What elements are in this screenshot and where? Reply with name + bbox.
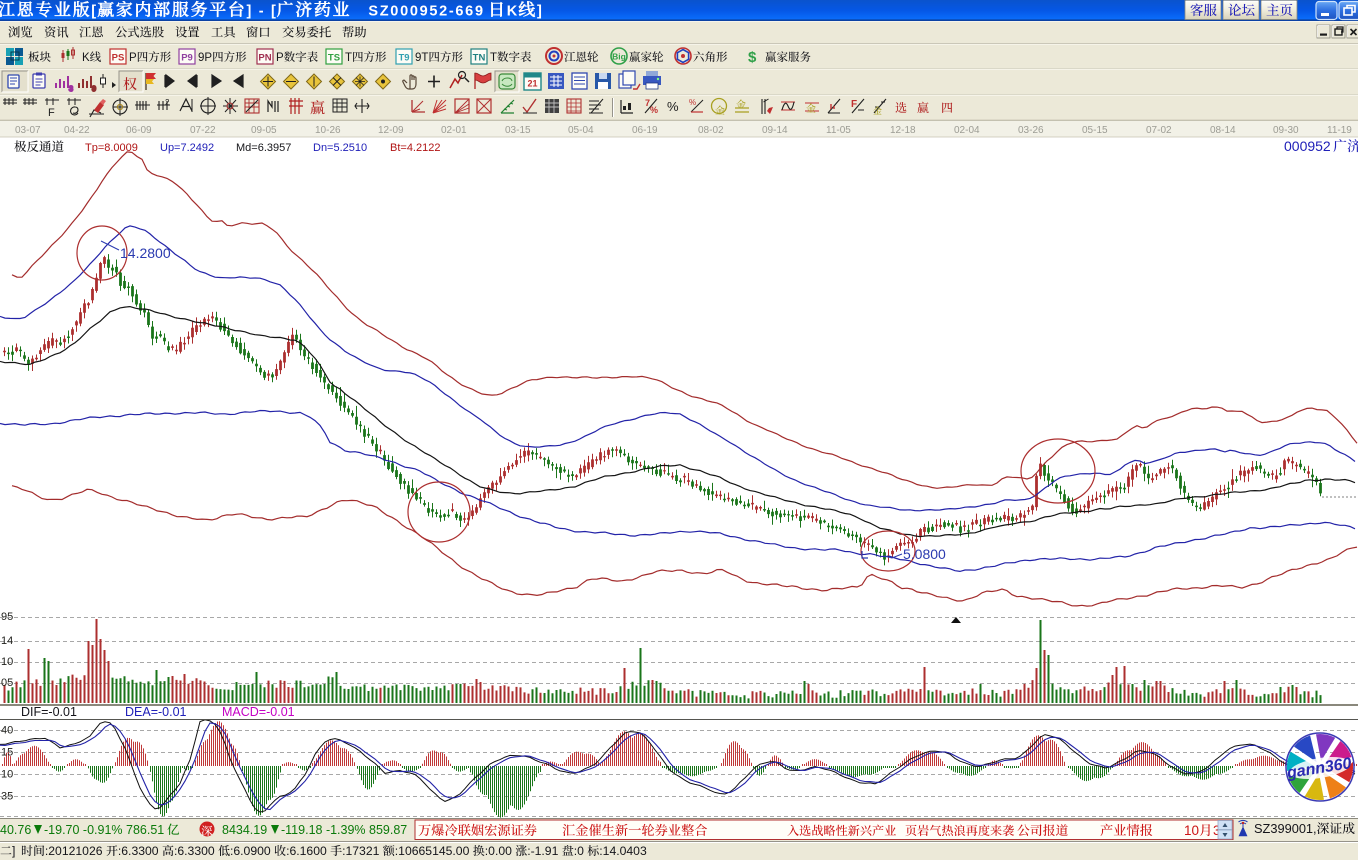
svg-text:F: F [851,99,857,110]
svg-text::14.0403: :14.0403 [599,844,647,858]
svg-text::6.0900: :6.0900 [230,844,274,858]
svg-text:12-09: 12-09 [378,125,404,136]
svg-text:9: 9 [92,86,96,93]
svg-text:06-19: 06-19 [632,125,658,136]
svg-text:K: K [82,52,90,64]
svg-text:05-15: 05-15 [1082,125,1108,136]
svg-text:%: % [689,98,696,107]
svg-text:2: 2 [165,98,170,107]
svg-text:-19.70 -0.91% 786.51: -19.70 -0.91% 786.51 [44,823,164,837]
svg-text:06-09: 06-09 [126,125,152,136]
svg-text::0.00: :0.00 [485,844,516,858]
svg-text:%: % [667,99,679,114]
svg-text:15: 15 [1,747,13,759]
svg-text:03-07: 03-07 [15,125,41,136]
svg-text:Up=7.2492: Up=7.2492 [160,142,214,154]
svg-text:8434.19: 8434.19 [222,823,267,837]
svg-text:Bt=4.2122: Bt=4.2122 [390,142,440,154]
svg-text:03-26: 03-26 [1018,125,1044,136]
svg-text::-1.91: :-1.91 [527,844,562,858]
svg-text:Tp=8.0009: Tp=8.0009 [85,142,138,154]
svg-text:]: ] [12,844,22,858]
svg-text:MACD=-0.01: MACD=-0.01 [222,705,295,719]
svg-text:10: 10 [1184,823,1199,838]
svg-text:DIF=-0.01: DIF=-0.01 [21,705,77,719]
svg-text:T: T [490,52,497,64]
svg-text::0: :0 [574,844,588,858]
svg-text:]: ] [537,4,544,20]
svg-text:9T: 9T [415,52,428,64]
svg-text:SZ399001,: SZ399001, [1254,821,1317,836]
svg-text:%: % [650,105,658,115]
svg-text:TS: TS [328,53,340,64]
svg-text:07-02: 07-02 [1146,125,1172,136]
svg-text:K: K [507,4,519,20]
svg-text:F: F [48,107,55,119]
svg-text:07-22: 07-22 [190,125,216,136]
svg-text:DEA=-0.01: DEA=-0.01 [125,705,187,719]
svg-text:$: $ [748,49,757,66]
svg-text:08-02: 08-02 [698,125,724,136]
svg-text:P9: P9 [181,53,193,64]
svg-text:35: 35 [1,791,13,803]
svg-text:10: 10 [1,656,13,668]
svg-text::10665145.00: :10665145.00 [395,844,473,858]
svg-text::20121026: :20121026 [45,844,106,858]
svg-text:TN: TN [473,53,486,64]
svg-text:3: 3 [69,86,73,93]
svg-text::6.3300: :6.3300 [174,844,218,858]
svg-text:] - [: ] - [ [247,4,278,20]
svg-text:08-14: 08-14 [1210,125,1236,136]
svg-text:10-26: 10-26 [315,125,341,136]
svg-text:PS: PS [112,53,125,64]
svg-text::6.1600: :6.1600 [286,844,330,858]
svg-text:04-22: 04-22 [64,125,90,136]
svg-text:5.0800: 5.0800 [903,546,946,562]
svg-text:40: 40 [1,725,13,737]
svg-text:[: [ [91,4,98,20]
svg-text:Dn=5.2510: Dn=5.2510 [313,142,367,154]
svg-text:21: 21 [527,79,537,89]
svg-text:05: 05 [1,677,13,689]
svg-text:9P: 9P [198,52,212,64]
svg-text:11-05: 11-05 [826,125,851,136]
svg-text:Md=6.3957: Md=6.3957 [236,142,291,154]
svg-text::6.3300: :6.3300 [118,844,162,858]
svg-text:Big: Big [612,52,626,62]
svg-text:14.2800: 14.2800 [120,245,171,261]
svg-text:-119.18 -1.39% 859.87: -119.18 -1.39% 859.87 [281,823,407,837]
svg-text:12-18: 12-18 [890,125,916,136]
svg-text:PN: PN [258,53,271,64]
svg-text::17321: :17321 [342,844,383,858]
svg-text:11-19: 11-19 [1327,125,1352,136]
svg-text:40.76: 40.76 [0,823,31,837]
svg-text:T: T [345,52,352,64]
svg-text:03-15: 03-15 [505,125,531,136]
svg-text:14: 14 [1,635,13,647]
svg-text:09-14: 09-14 [762,125,788,136]
svg-text:95: 95 [1,611,13,623]
svg-text:09-05: 09-05 [251,125,277,136]
svg-text:P: P [276,52,284,64]
svg-text:05-04: 05-04 [568,125,594,136]
svg-text:000952: 000952 [1284,138,1331,154]
svg-text:02-04: 02-04 [954,125,980,136]
svg-text:09-30: 09-30 [1273,125,1299,136]
svg-text:SZ000952-669: SZ000952-669 [351,4,485,20]
svg-text:P: P [129,52,137,64]
svg-text:10: 10 [1,769,13,781]
svg-text:02-01: 02-01 [441,125,467,136]
svg-text:T9: T9 [398,53,409,64]
